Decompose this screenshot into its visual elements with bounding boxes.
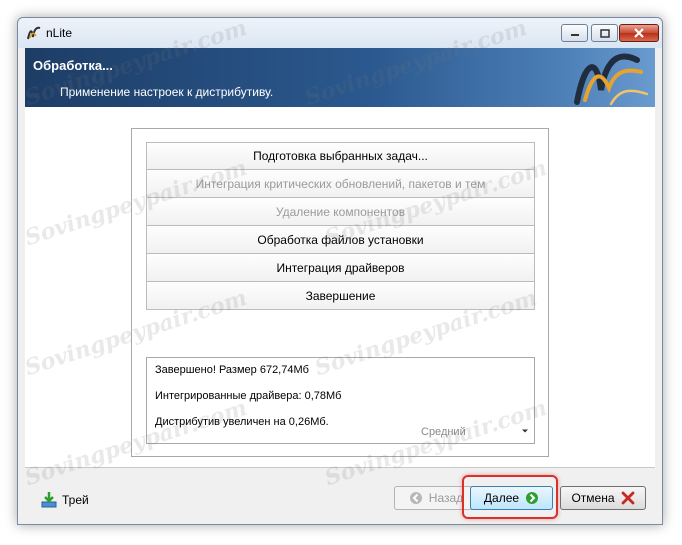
task-list: Подготовка выбранных задач... Интеграция… <box>146 142 535 310</box>
nlite-logo-icon <box>27 26 41 40</box>
maximize-button[interactable] <box>591 24 618 42</box>
minimize-button[interactable] <box>561 24 588 42</box>
task-prepare: Подготовка выбранных задач... <box>146 142 535 170</box>
tray-label: Трей <box>62 493 89 507</box>
title-bar[interactable]: nLite <box>18 18 662 48</box>
result-size-text: Завершено! Размер 672,74Мб <box>155 364 309 376</box>
content-area: Подготовка выбранных задач... Интеграция… <box>25 107 655 468</box>
nlite-window: nLite Обработка... Применение настроек к… <box>17 17 663 525</box>
task-process-setup-files: Обработка файлов установки <box>146 226 535 254</box>
result-drivers-text: Интегрированные драйвера: 0,78Мб <box>155 390 342 402</box>
cancel-label: Отмена <box>571 491 615 505</box>
back-label: Назад <box>428 491 464 505</box>
page-title: Обработка... <box>33 58 113 73</box>
result-increase-text: Дистрибутив увеличен на 0,26Мб. <box>155 416 329 428</box>
chevron-down-icon <box>522 429 528 433</box>
tray-button[interactable]: Трей <box>40 490 89 510</box>
footer-bar: Трей Назад Далее Отмена <box>18 468 662 524</box>
priority-dropdown[interactable]: Средний <box>415 424 532 441</box>
back-arrow-icon <box>409 492 422 504</box>
processing-panel: Подготовка выбранных задач... Интеграция… <box>131 128 549 457</box>
task-remove-components: Удаление компонентов <box>146 198 535 226</box>
cancel-x-icon <box>621 491 634 505</box>
maximize-icon <box>599 28 610 38</box>
task-integrate-updates: Интеграция критических обновлений, пакет… <box>146 170 535 198</box>
close-button[interactable] <box>619 24 659 42</box>
page-header: Обработка... Применение настроек к дистр… <box>25 48 655 107</box>
result-info-box: Завершено! Размер 672,74Мб Интегрированн… <box>146 357 535 444</box>
close-icon <box>634 28 644 38</box>
cancel-button[interactable]: Отмена <box>560 486 646 510</box>
next-button-highlight <box>462 475 558 519</box>
priority-value: Средний <box>421 426 466 438</box>
window-title: nLite <box>46 26 73 40</box>
page-subtitle: Применение настроек к дистрибутиву. <box>60 85 274 99</box>
task-finish: Завершение <box>146 282 535 310</box>
tray-download-icon <box>41 492 57 508</box>
task-integrate-drivers: Интеграция драйверов <box>146 254 535 282</box>
minimize-icon <box>570 34 579 36</box>
nlite-banner-logo-icon <box>574 53 649 106</box>
